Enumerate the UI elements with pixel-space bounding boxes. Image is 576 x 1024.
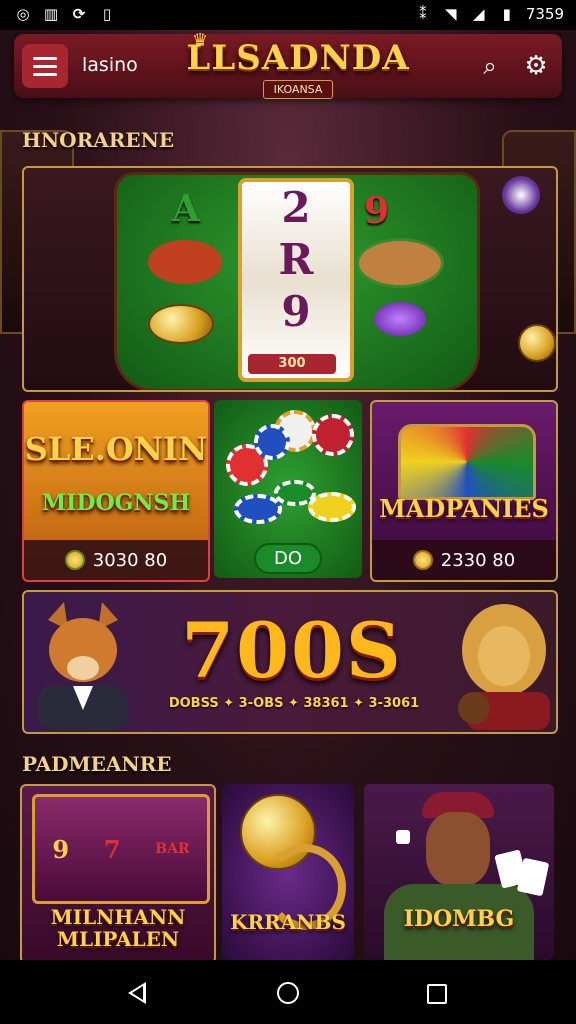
card-title: MILNHANN MLIPALEN <box>50 905 186 951</box>
gear-icon: ⚙ <box>524 51 548 81</box>
game-tile-sleonin[interactable]: SLE.ONIN MIDOGNSH 3030 80 <box>22 400 210 582</box>
sync-icon: ⟳ <box>72 5 86 23</box>
featured-section-title: HNORARENE <box>22 128 175 152</box>
poker-chip-icon <box>308 492 356 522</box>
lioness-character <box>444 600 554 730</box>
logo-subtext: IKOANSA <box>262 80 334 99</box>
banner-ticker: DOBSS ✦ 3-OBS ✦ 38361 ✦ 3-3061 <box>168 696 420 711</box>
roulette-ball-icon <box>502 176 540 214</box>
home-button[interactable] <box>277 982 299 1004</box>
notification-icon: ◎ <box>16 5 30 23</box>
banner-headline: 700S <box>181 606 403 695</box>
chart-icon: ▥ <box>43 5 59 23</box>
tile-subtitle: MIDOGNSH <box>41 490 191 516</box>
tile-footer: 2330 80 <box>372 540 556 580</box>
tile-jackpot: 3030 80 <box>92 549 168 571</box>
popular-section-title: PADMEANRE <box>22 752 172 776</box>
recent-apps-button[interactable] <box>427 984 447 1004</box>
back-button[interactable] <box>128 982 146 1004</box>
menu-button[interactable] <box>22 44 68 88</box>
hamburger-icon <box>33 56 57 60</box>
status-bar: ◎ ▥ ⟳ ▯ ⁑ ◥ ◢ ▮ 7359 <box>0 0 576 30</box>
fox-character <box>28 600 138 730</box>
tile-title: MADPANIES <box>379 494 549 523</box>
status-time: 7359 <box>525 5 564 23</box>
mini-slot-machine: 9 7 BAR <box>32 794 210 904</box>
featured-slot-game[interactable]: A 9 2 R 9 300 <box>22 166 558 392</box>
game-tile-madpanies[interactable]: MADPANIES 2330 80 <box>370 400 558 582</box>
battery-saver-icon: ▯ <box>102 5 112 23</box>
settings-button[interactable]: ⚙ <box>520 50 552 82</box>
vibrate-icon: ⁑ <box>419 5 427 23</box>
tile-footer: 3030 80 <box>24 540 208 580</box>
search-icon: ⌕ <box>483 52 497 80</box>
logo-text: LLSADNDA <box>186 38 410 78</box>
slot-reel: 2 R 9 300 <box>238 178 354 382</box>
poker-chip-icon <box>234 494 282 524</box>
wifi-icon: ◥ <box>445 5 457 23</box>
search-button[interactable]: ⌕ <box>474 50 506 82</box>
signal-icon: ◢ <box>473 5 485 23</box>
hero-left-symbol: A <box>172 188 200 230</box>
character-face <box>426 812 490 886</box>
gold-coin-icon <box>148 304 214 344</box>
battery-icon: ▮ <box>502 5 511 23</box>
coin-icon <box>64 550 85 570</box>
slot-symbol: BAR <box>155 841 190 857</box>
reel-symbol: 9 <box>281 287 311 336</box>
game-tile-chips[interactable]: DO <box>214 400 362 578</box>
status-left-icons: ◎ ▥ ⟳ ▯ <box>14 5 116 23</box>
food-plate-icon <box>356 238 444 288</box>
poker-chip-icon <box>254 424 290 460</box>
game-card-krranbs[interactable]: KRRANBS <box>222 784 354 960</box>
roulette-wheel-icon <box>398 424 536 500</box>
poker-chip-icon <box>312 414 354 456</box>
reel-symbol: R <box>278 235 314 284</box>
card-title: IDOMBG <box>403 906 515 932</box>
card-title: KRRANBS <box>230 910 346 934</box>
tile-title: SLE.ONIN <box>24 430 208 468</box>
game-card-idombg[interactable]: IDOMBG <box>364 784 554 960</box>
tile-jackpot: 2330 80 <box>440 549 516 571</box>
system-navigation-bar <box>0 960 576 1024</box>
gold-coin-icon <box>518 324 556 362</box>
playing-card-icon <box>516 857 550 897</box>
promo-banner[interactable]: 700S DOBSS ✦ 3-OBS ✦ 38361 ✦ 3-3061 <box>22 590 558 734</box>
top-app-bar: lasino ♛ LLSADNDA IKOANSA ⌕ ⚙ <box>14 30 562 99</box>
slot-symbol: 7 <box>103 834 121 864</box>
reel-bet-badge: 300 <box>248 354 336 374</box>
reel-symbol: 2 <box>281 183 311 232</box>
status-right-icons: ⁑ ◥ ◢ ▮ 7359 <box>414 5 564 23</box>
dog-plate-icon <box>148 240 222 284</box>
casino-logo[interactable]: ♛ LLSADNDA IKOANSA <box>174 30 422 110</box>
dice-icon <box>396 830 410 844</box>
tile-footer: DO <box>214 538 362 578</box>
game-card-milnhann[interactable]: 9 7 BAR MILNHANN MLIPALEN <box>20 784 216 964</box>
gem-icon <box>374 302 426 336</box>
slot-symbol: 9 <box>52 834 70 864</box>
coin-icon <box>412 550 433 570</box>
crown-icon: ♛ <box>192 30 209 51</box>
app-name: lasino <box>82 54 138 76</box>
hero-right-symbol: 9 <box>364 190 390 232</box>
play-button[interactable]: DO <box>253 542 323 574</box>
